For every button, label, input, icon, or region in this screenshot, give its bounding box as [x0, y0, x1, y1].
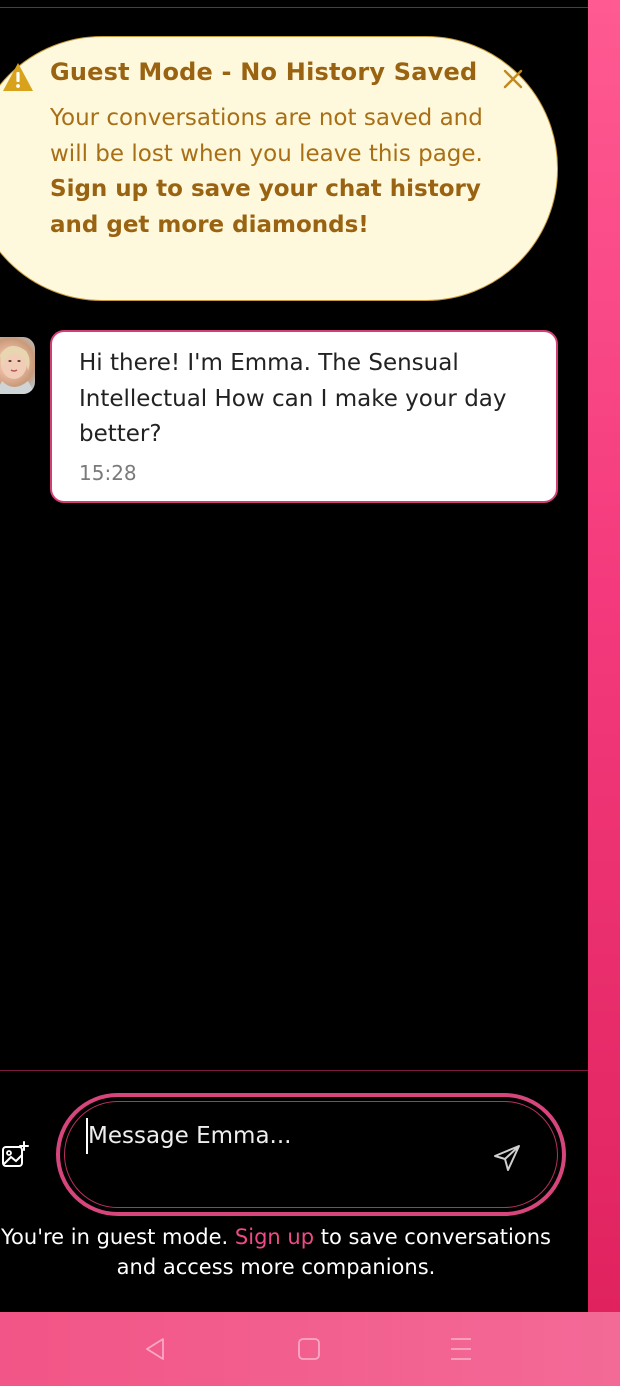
menu-lines-icon[interactable]: [446, 1334, 476, 1364]
guest-mode-note: You're in guest mode. Sign up to save co…: [0, 1223, 566, 1282]
message-timestamp: 15:28: [79, 461, 137, 485]
top-divider: [0, 7, 588, 8]
banner-body-text: Your conversations are not saved and wil…: [50, 105, 483, 167]
emma-avatar[interactable]: [0, 337, 35, 394]
home-square-icon[interactable]: [294, 1334, 324, 1364]
message-text: Hi there! I'm Emma. The Sensual Intellec…: [79, 350, 507, 447]
message-input[interactable]: [86, 1118, 466, 1154]
composer-divider: [0, 1070, 588, 1071]
banner-title: Guest Mode - No History Saved: [50, 58, 478, 86]
assistant-message-bubble: Hi there! I'm Emma. The Sensual Intellec…: [50, 330, 558, 503]
close-icon[interactable]: [500, 66, 526, 92]
banner-body: Your conversations are not saved and wil…: [50, 101, 500, 243]
back-triangle-icon[interactable]: [140, 1334, 170, 1364]
guest-note-prefix: You're in guest mode.: [1, 1225, 229, 1249]
signup-link[interactable]: Sign up: [235, 1225, 314, 1249]
image-add-icon[interactable]: [0, 1140, 30, 1170]
warning-triangle-icon: [2, 62, 34, 92]
system-nav-bar: [0, 1312, 620, 1386]
chat-screen: Guest Mode - No History Saved Your conve…: [0, 0, 620, 1386]
banner-signup-cta[interactable]: Sign up to save your chat history and ge…: [50, 176, 481, 238]
send-icon[interactable]: [492, 1143, 522, 1173]
side-gradient-strip: [588, 0, 620, 1312]
